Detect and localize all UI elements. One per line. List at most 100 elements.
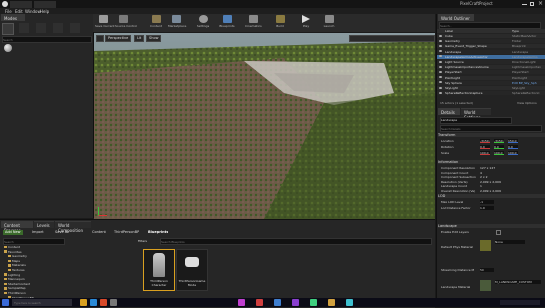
transform-x-input[interactable]: 100.0: [480, 151, 490, 155]
visibility-eye-icon[interactable]: [439, 91, 442, 94]
save-all-button[interactable]: Save All: [55, 230, 69, 235]
level-viewport[interactable]: Perspective Lit Show: [94, 33, 435, 219]
visibility-eye-icon[interactable]: [439, 55, 442, 58]
transform-x-input[interactable]: -3150.0: [480, 139, 490, 143]
level-tab[interactable]: [10, 1, 32, 8]
outliner-row[interactable]: Game_Event_Trigger_Shape Blueprint: [437, 44, 545, 49]
outliner-row[interactable]: SphereReflectionCapture SphereReflectionC: [437, 91, 545, 96]
folder-tree-item[interactable]: Mannequin: [4, 277, 25, 281]
outliner-row[interactable]: Cube StaticMeshActor: [437, 34, 545, 38]
section-lod[interactable]: LOD: [438, 194, 545, 198]
folder-tree-item[interactable]: StarterContent: [4, 282, 30, 286]
minimize-icon[interactable]: [522, 4, 527, 5]
actor-name-field[interactable]: Landscape: [440, 117, 512, 124]
close-icon[interactable]: ×: [538, 0, 543, 7]
project-tab[interactable]: [34, 1, 56, 8]
maximize-icon[interactable]: [530, 2, 534, 6]
lit-button[interactable]: Lit: [134, 35, 145, 42]
transform-y-input[interactable]: 0.0: [494, 145, 504, 149]
folder-tree-item[interactable]: ThirdPerson: [4, 291, 26, 295]
breadcrumb-blueprints[interactable]: Blueprints: [148, 230, 168, 234]
start-icon[interactable]: [2, 299, 9, 306]
tab-details[interactable]: Details: [438, 108, 460, 115]
sphere-asset-icon[interactable]: [4, 44, 12, 52]
visibility-eye-icon[interactable]: [439, 44, 442, 47]
visibility-eye-icon[interactable]: [439, 39, 442, 42]
section-landscape[interactable]: Landscape: [438, 224, 545, 228]
import-button[interactable]: Import: [32, 230, 44, 235]
breadcrumb-thirdpersonbp[interactable]: ThirdPersonBP: [114, 230, 139, 234]
section-information[interactable]: Information: [438, 160, 545, 164]
visibility-eye-icon[interactable]: [439, 34, 442, 37]
tab-content-browser[interactable]: Content Browser: [1, 221, 33, 233]
tab-world-settings[interactable]: World Settings: [461, 108, 491, 120]
paint-mode-icon[interactable]: [19, 23, 29, 33]
folder-tree-item[interactable]: Maps: [8, 259, 20, 263]
marketplace-button[interactable]: Marketplace: [168, 15, 186, 31]
tab-world-outliner[interactable]: World Outliner: [438, 14, 474, 21]
landscape-material-dropdown[interactable]: M_LANDSCAPE_CUSTOM: [495, 280, 541, 284]
modes-search-input[interactable]: [2, 36, 92, 43]
outliner-row[interactable]: Sky Sphere Edit BP_Sky_Sph: [437, 80, 545, 85]
outliner-row[interactable]: PointLight PointLight: [437, 75, 545, 80]
transform-y-input[interactable]: -3150.0: [494, 139, 504, 143]
outliner-row[interactable]: Light Source DirectionalLight: [437, 60, 545, 64]
outliner-search-input[interactable]: [439, 22, 541, 29]
transform-y-input[interactable]: 100.0: [494, 151, 504, 155]
lod-input[interactable]: 1.0: [480, 206, 494, 210]
blueprints-button[interactable]: Blueprints: [219, 15, 235, 31]
chat-app-icon[interactable]: [310, 299, 317, 306]
tab-world-composition[interactable]: World Composition: [55, 221, 91, 233]
app-icon[interactable]: [100, 299, 107, 306]
col-type[interactable]: Type: [512, 29, 519, 33]
system-tray[interactable]: [500, 300, 540, 305]
utility-app-icon[interactable]: [346, 299, 353, 306]
outliner-row[interactable]: LightmassImportanceVolume LightmassImport…: [437, 65, 545, 70]
show-button[interactable]: Show: [146, 35, 162, 42]
outliner-row-type[interactable]: Edit BP_Sky_Sph: [512, 81, 545, 85]
outliner-row[interactable]: Landscape Landscape: [437, 49, 545, 54]
content-folder-search[interactable]: [3, 238, 65, 245]
breadcrumb-content[interactable]: Content: [92, 230, 106, 234]
place-mode-icon[interactable]: [2, 23, 14, 35]
transform-z-input[interactable]: 0.0: [508, 145, 518, 149]
col-label[interactable]: Label: [445, 29, 453, 33]
folder-tree-item[interactable]: SampleMap: [4, 286, 26, 290]
transform-z-input[interactable]: 150.0: [508, 139, 518, 143]
unreal-engine-icon[interactable]: [110, 299, 117, 306]
phys-material-dropdown[interactable]: None: [495, 240, 525, 244]
launch-button[interactable]: Launch: [321, 15, 337, 31]
section-transform[interactable]: Transform: [438, 133, 545, 137]
outliner-row[interactable]: LandscapeGizmoActiveActor LandscapeGizmo: [437, 54, 545, 59]
media-app-icon[interactable]: [256, 299, 263, 306]
asset-tile-thirdperson-gamemode[interactable]: ThirdPersonGame Mode: [176, 249, 208, 291]
folder-tree-item[interactable]: Content: [4, 245, 20, 249]
filters-button[interactable]: Filters: [138, 239, 147, 243]
add-new-button[interactable]: Add New: [3, 230, 23, 235]
outliner-row[interactable]: Geometry Folder: [437, 39, 545, 44]
outliner-row[interactable]: SkyLight SkyLight: [437, 86, 545, 90]
play-button[interactable]: Play: [298, 15, 314, 31]
photo-app-icon[interactable]: [274, 299, 281, 306]
lod-input[interactable]: -1: [480, 200, 494, 204]
video-app-icon[interactable]: [292, 299, 299, 306]
build-button[interactable]: Build: [272, 15, 288, 31]
file-explorer-icon[interactable]: [80, 299, 87, 306]
folder-tree-item[interactable]: Geometry: [8, 254, 27, 258]
save-current-button[interactable]: Save Current: [95, 15, 115, 31]
folder-app-icon[interactable]: [328, 299, 335, 306]
folder-tree-item[interactable]: Materials: [8, 263, 26, 267]
details-search-input[interactable]: [440, 125, 542, 132]
tab-levels[interactable]: Levels: [34, 221, 54, 228]
viewport-options-button[interactable]: [96, 35, 104, 42]
geometry-mode-icon[interactable]: [70, 23, 80, 33]
foliage-mode-icon[interactable]: [53, 23, 63, 33]
snap-controls[interactable]: [349, 35, 435, 42]
folder-tree-item[interactable]: Favorites: [4, 250, 22, 254]
visibility-eye-icon[interactable]: [439, 70, 442, 73]
outliner-row[interactable]: PlayerStart PlayerStart: [437, 70, 545, 75]
transform-x-input[interactable]: 0.0: [480, 145, 490, 149]
transform-z-input[interactable]: 100.0: [508, 151, 518, 155]
browser-icon[interactable]: [90, 299, 97, 306]
visibility-eye-icon[interactable]: [439, 76, 442, 79]
